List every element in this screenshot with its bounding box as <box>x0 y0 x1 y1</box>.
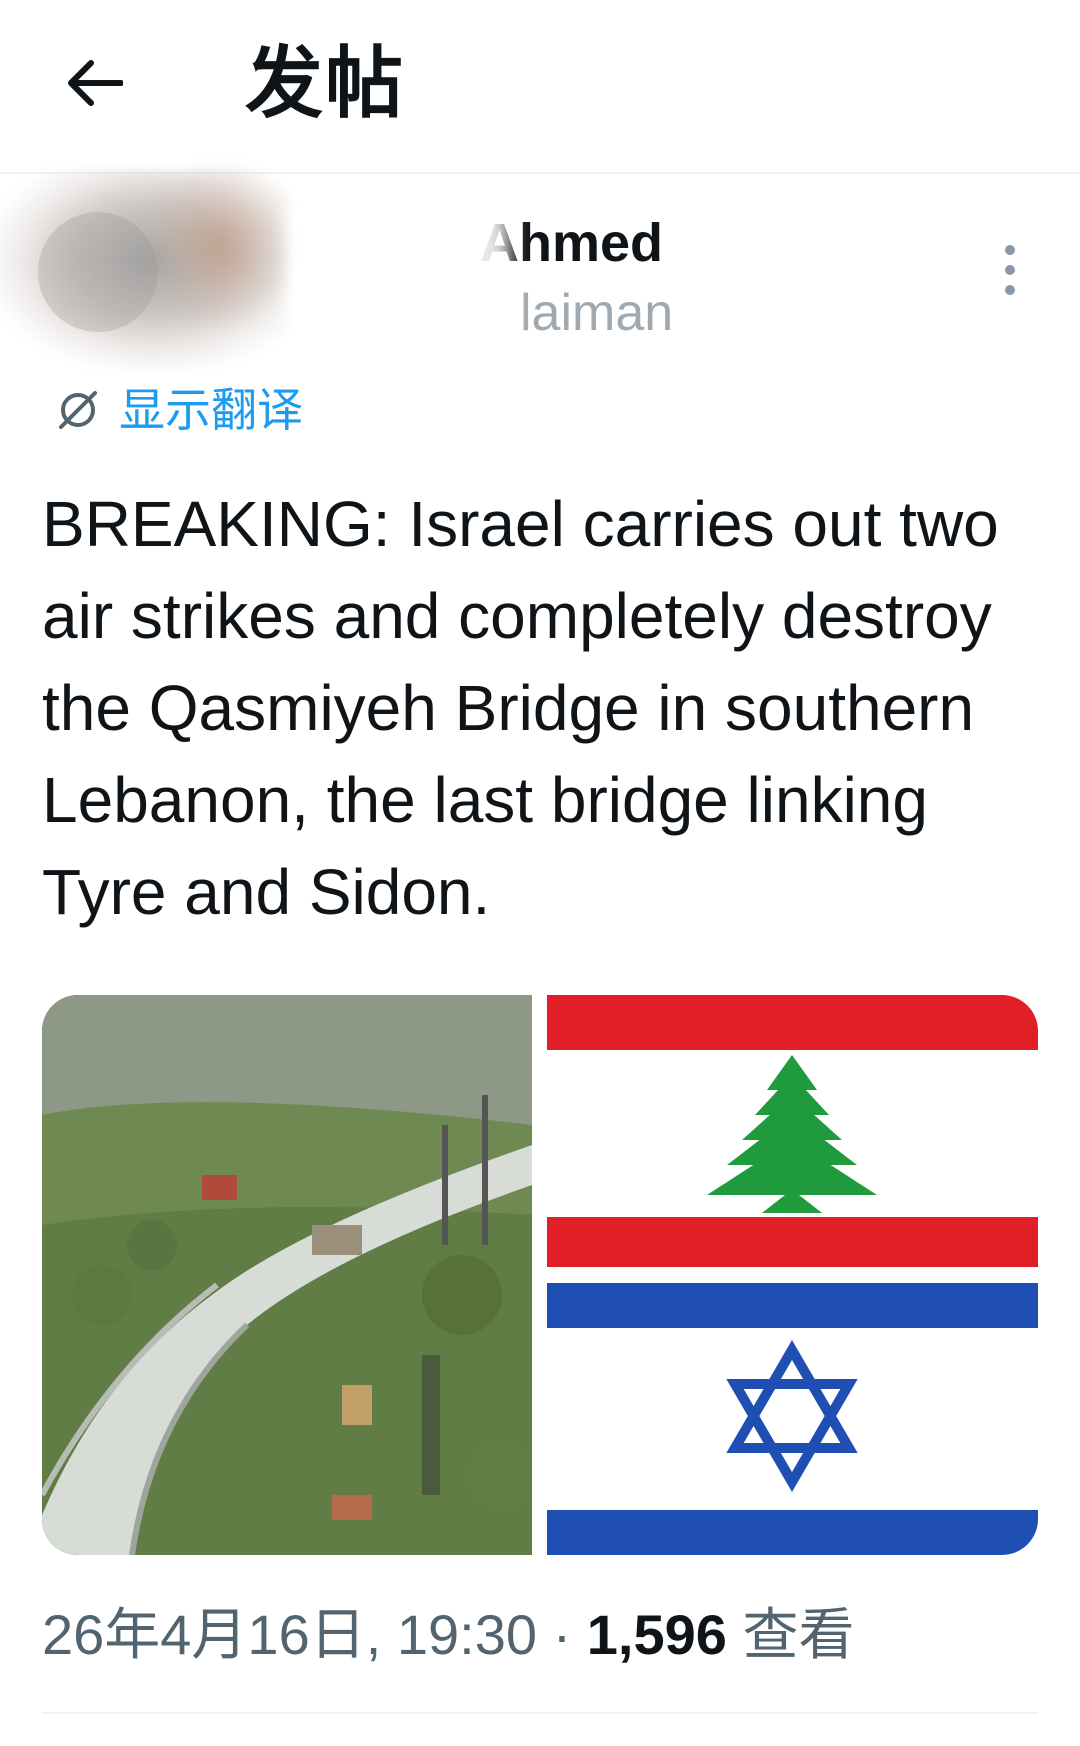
top-bar: 发帖 <box>0 0 1080 174</box>
arrow-left-icon <box>68 60 123 106</box>
bridge-photo[interactable] <box>42 995 532 1555</box>
tweet-meta: 26年4月16日, 19:30 · 1,596 查看 <box>42 1603 855 1666</box>
more-vertical-icon <box>1005 245 1015 255</box>
flags-illustration <box>547 995 1038 1555</box>
back-button[interactable] <box>60 48 130 118</box>
show-translation-label: 显示翻译 <box>119 384 303 436</box>
globe-translate-icon <box>59 391 97 429</box>
show-translation-link[interactable]: 显示翻译 <box>55 380 303 440</box>
author-handle[interactable]: laiman <box>520 282 673 344</box>
page-title: 发帖 <box>245 39 406 127</box>
name-redaction <box>290 205 510 345</box>
redaction-smudge-tint <box>140 160 300 330</box>
tweet-time: 19:30 <box>396 1603 537 1666</box>
divider <box>42 1712 1038 1714</box>
lebanon-israel-flags[interactable] <box>547 995 1038 1555</box>
meta-separator: · <box>552 1603 572 1666</box>
media-grid <box>42 995 1038 1555</box>
tweet-text: BREAKING: Israel carries out two air str… <box>42 488 999 928</box>
bridge-photo-illustration <box>42 995 532 1555</box>
views-count[interactable]: 1,596 <box>587 1603 727 1666</box>
more-options-button[interactable] <box>995 245 1025 295</box>
views-label[interactable]: 查看 <box>742 1603 854 1666</box>
tweet-date: 26年4月16日 <box>42 1603 366 1666</box>
